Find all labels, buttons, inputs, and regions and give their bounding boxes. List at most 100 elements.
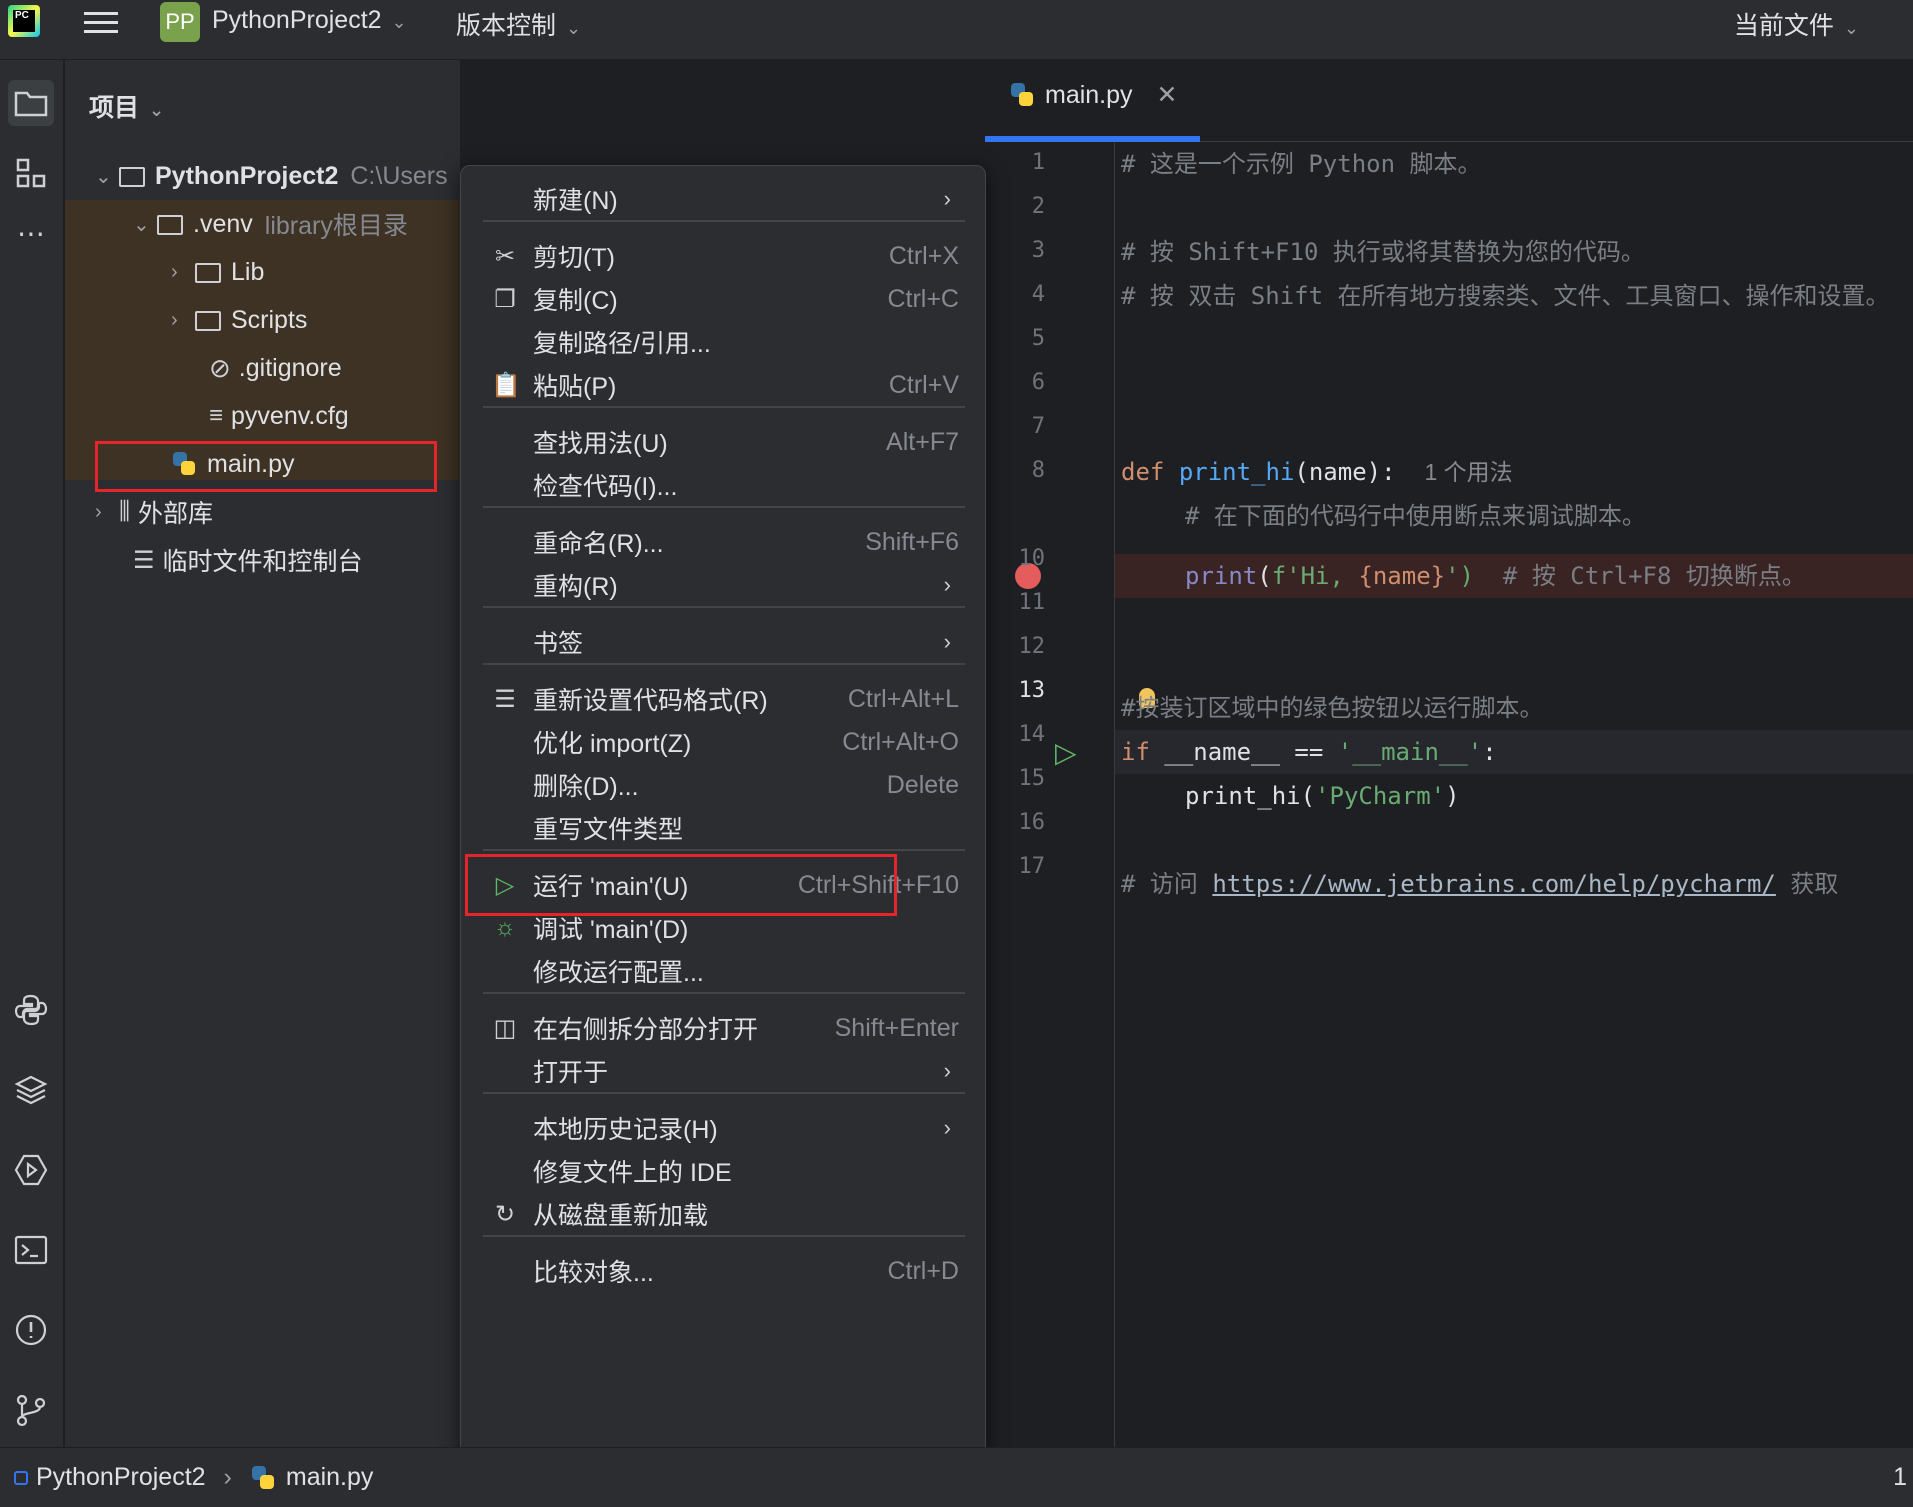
project-name: PythonProject2 bbox=[212, 6, 382, 34]
menu-item[interactable]: 书签 › bbox=[461, 616, 987, 668]
more-tools-icon[interactable]: ⋯ bbox=[8, 210, 54, 256]
tree-item-pyvenv[interactable]: ≡ pyvenv.cfg bbox=[209, 392, 349, 440]
line-number[interactable]: 1 bbox=[985, 150, 1045, 175]
code-line-8[interactable]: # 在下面的代码行中使用断点来调试脚本。 bbox=[1185, 494, 1646, 538]
problems-icon[interactable] bbox=[8, 1307, 54, 1353]
vcs-menu[interactable]: 版本控制 ⌄ bbox=[456, 6, 581, 42]
python-packages-icon[interactable] bbox=[8, 1067, 54, 1113]
menu-item-label: 剪切(T) bbox=[533, 244, 615, 272]
project-panel-title: 项目 bbox=[89, 94, 140, 122]
keyword: if bbox=[1121, 738, 1150, 766]
menu-item[interactable]: 打开于 › bbox=[461, 1045, 987, 1097]
menu-item[interactable]: 比较对象... Ctrl+D bbox=[461, 1245, 987, 1297]
line-number[interactable]: 14 bbox=[985, 722, 1046, 747]
ignore-file-icon: ⊘ bbox=[209, 352, 231, 383]
code-line-4[interactable]: # 按 双击 Shift 在所有地方搜索类、文件、工具窗口、操作和设置。 bbox=[1121, 274, 1890, 318]
services-run-icon[interactable] bbox=[8, 1147, 54, 1193]
line-number[interactable]: 11 bbox=[985, 590, 1046, 615]
pycharm-logo-icon: PC bbox=[8, 5, 40, 37]
line-number[interactable]: 12 bbox=[985, 634, 1046, 659]
chevron-right-icon: › bbox=[223, 1463, 232, 1491]
chevron-down-icon: ⌄ bbox=[391, 12, 407, 32]
menu-item-label: 从磁盘重新加载 bbox=[533, 1202, 709, 1230]
tab-main-py[interactable]: main.py ✕ bbox=[1009, 80, 1178, 110]
menu-item[interactable]: 📋 粘贴(P) Ctrl+V bbox=[461, 359, 987, 411]
project-panel-header[interactable]: 项目 ⌄ bbox=[89, 88, 164, 124]
main-menu-icon[interactable] bbox=[84, 6, 118, 36]
status-right-value[interactable]: 1 bbox=[1893, 1463, 1907, 1492]
menu-item[interactable]: 新建(N) › bbox=[461, 173, 987, 225]
close-icon[interactable]: ✕ bbox=[1157, 80, 1178, 110]
code-line-9[interactable]: print(f'Hi, {name}') # 按 Ctrl+F8 切换断点。 bbox=[1185, 554, 1806, 598]
line-number[interactable]: 3 bbox=[985, 238, 1045, 263]
line-number[interactable]: 7 bbox=[985, 414, 1045, 439]
line-number[interactable]: 17 bbox=[985, 854, 1046, 879]
project-badge[interactable]: PP bbox=[160, 2, 200, 42]
line-number[interactable]: 16 bbox=[985, 810, 1046, 835]
breadcrumb-file[interactable]: main.py bbox=[286, 1463, 374, 1492]
usage-hint[interactable]: 1 个用法 bbox=[1424, 459, 1512, 485]
code-line-3[interactable]: # 按 Shift+F10 执行或将其替换为您的代码。 bbox=[1121, 230, 1645, 274]
menu-item[interactable]: 修改运行配置... bbox=[461, 945, 987, 997]
project-switcher[interactable]: PythonProject2 ⌄ bbox=[212, 6, 407, 35]
menu-item[interactable]: 重构(R) › bbox=[461, 559, 987, 611]
code-line-12[interactable]: #按装订区域中的绿色按钮以运行脚本。 bbox=[1121, 686, 1543, 730]
run-config-selector[interactable]: 当前文件 ⌄ bbox=[1734, 6, 1859, 42]
tree-item-scratches[interactable]: ☰ 临时文件和控制台 bbox=[133, 536, 363, 584]
code-text: ) bbox=[1445, 782, 1460, 810]
tree-item-root[interactable]: ⌄ PythonProject2 C:\Users bbox=[95, 152, 448, 200]
code-line-13[interactable]: if __name__ == '__main__': bbox=[1121, 730, 1497, 774]
code-line-16[interactable]: # 访问 https://www.jetbrains.com/help/pych… bbox=[1121, 862, 1838, 906]
title-bar: PC PP PythonProject2 ⌄ 版本控制 ⌄ 当前文件 ⌄ bbox=[0, 0, 1913, 60]
line-number[interactable]: 2 bbox=[985, 194, 1045, 219]
library-icon: ⫼ bbox=[119, 498, 131, 525]
code-line-14[interactable]: print_hi('PyCharm') bbox=[1185, 774, 1460, 818]
menu-item-label: 比较对象... bbox=[533, 1259, 654, 1287]
run-gutter-icon[interactable]: ▷ bbox=[1055, 736, 1077, 769]
line-number[interactable]: 8 bbox=[985, 458, 1045, 483]
folder-icon bbox=[157, 215, 183, 235]
tree-item-scripts[interactable]: › Scripts bbox=[171, 296, 307, 344]
scissors-icon: ✂ bbox=[494, 242, 516, 270]
chevron-down-icon: ⌄ bbox=[133, 213, 150, 236]
editor-tabs: main.py ✕ bbox=[985, 60, 1913, 142]
code-line-7[interactable]: def print_hi(name): 1 个用法 bbox=[1121, 450, 1513, 494]
menu-item-shortcut: Shift+Enter bbox=[834, 1013, 959, 1042]
code-line-1[interactable]: # 这是一个示例 Python 脚本。 bbox=[1121, 142, 1482, 186]
menu-item-label: 删除(D)... bbox=[533, 773, 639, 801]
tree-item-venv[interactable]: ⌄ .venv library根目录 bbox=[133, 200, 408, 248]
project-tool-folder-icon[interactable] bbox=[8, 80, 54, 126]
line-number[interactable]: 10 bbox=[985, 546, 1046, 571]
git-branch-icon[interactable] bbox=[8, 1387, 54, 1433]
text-file-icon: ≡ bbox=[209, 402, 224, 429]
python-file-icon bbox=[1009, 82, 1035, 108]
comment: 获取 bbox=[1775, 870, 1839, 898]
menu-item-label: 优化 import(Z) bbox=[533, 730, 692, 758]
menu-item-label: 在右侧拆分部分打开 bbox=[533, 1016, 759, 1044]
tab-label: main.py bbox=[1045, 80, 1133, 109]
project-square-icon bbox=[14, 1470, 28, 1485]
line-number[interactable]: 13 bbox=[985, 678, 1046, 703]
tree-item-external-libs[interactable]: › ⫼ 外部库 bbox=[95, 488, 213, 536]
tree-item-label: .gitignore bbox=[238, 353, 342, 382]
menu-item[interactable]: ↻ 从磁盘重新加载 bbox=[461, 1188, 987, 1240]
menu-item-label: 新建(N) bbox=[533, 187, 618, 215]
line-number[interactable]: 5 bbox=[985, 326, 1045, 351]
terminal-icon[interactable] bbox=[8, 1227, 54, 1273]
tree-item-gitignore[interactable]: ⊘ .gitignore bbox=[209, 344, 342, 392]
menu-item[interactable]: 重写文件类型 bbox=[461, 802, 987, 854]
menu-item-label: 重新设置代码格式(R) bbox=[533, 687, 768, 715]
menu-item-shortcut: Delete bbox=[886, 770, 959, 799]
tree-item-lib[interactable]: › Lib bbox=[171, 248, 264, 296]
python-console-icon[interactable] bbox=[8, 987, 54, 1033]
menu-item-label: 修改运行配置... bbox=[533, 959, 704, 987]
help-link[interactable]: https://www.jetbrains.com/help/pycharm/ bbox=[1212, 870, 1776, 898]
breadcrumb-project[interactable]: PythonProject2 bbox=[36, 1463, 206, 1492]
code-text: (name): bbox=[1294, 458, 1396, 486]
menu-item[interactable]: 检查代码(I)... bbox=[461, 459, 987, 511]
structure-icon[interactable] bbox=[8, 150, 54, 196]
line-number[interactable]: 4 bbox=[985, 282, 1045, 307]
line-number[interactable]: 6 bbox=[985, 370, 1045, 395]
tree-item-label: .venv bbox=[193, 209, 253, 238]
line-number[interactable]: 15 bbox=[985, 766, 1046, 791]
